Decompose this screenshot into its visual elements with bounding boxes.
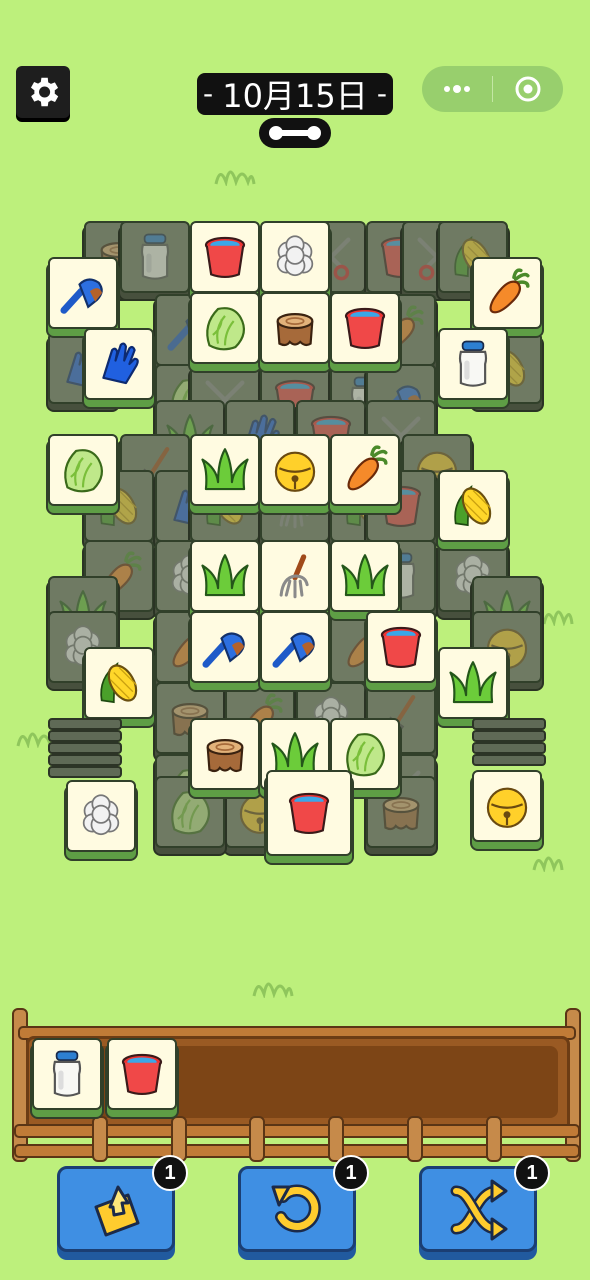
tray-tile-milk (32, 1038, 102, 1110)
carrot-icon (489, 268, 530, 314)
tile-milk (120, 221, 190, 293)
undo-tool-button[interactable]: 1 (238, 1155, 369, 1252)
grass-decoration (252, 982, 294, 998)
gear-icon (30, 77, 59, 107)
tile-bucket[interactable] (366, 611, 436, 683)
tool-count-badge: 1 (152, 1155, 188, 1191)
tile-grass[interactable] (190, 540, 260, 612)
shuffle-tool-button[interactable]: 1 (419, 1155, 550, 1252)
cabbage-icon (171, 791, 211, 835)
cotton-icon (82, 794, 120, 836)
tile-cabbage[interactable] (190, 292, 260, 364)
tile-stump[interactable] (190, 718, 260, 790)
brush-icon (60, 278, 103, 314)
date-text: 10月15日 (222, 77, 368, 115)
grass-icon (341, 554, 389, 597)
cotton-icon (276, 235, 314, 277)
tile-bucket[interactable] (190, 221, 260, 293)
bell-icon (274, 451, 316, 492)
corn-icon (454, 485, 492, 527)
bucket-icon (380, 626, 422, 669)
tile-bucket[interactable] (330, 292, 400, 364)
tool-count-badge: 1 (333, 1155, 369, 1191)
close-button[interactable] (493, 66, 563, 112)
mini-program-capsule (422, 66, 563, 112)
shuffle-icon (450, 1179, 508, 1241)
tile-carrot[interactable] (472, 257, 542, 329)
date-label: - 10月15日 - (197, 73, 393, 115)
bucket-icon (344, 307, 386, 350)
more-button[interactable] (422, 66, 492, 112)
tile-glove[interactable] (84, 328, 154, 400)
cabbage-icon (206, 307, 246, 351)
stump-icon (276, 313, 314, 347)
cabbage-icon (64, 449, 104, 493)
grass-decoration (542, 610, 574, 626)
record-circle-icon (515, 76, 541, 102)
tile-milk[interactable] (438, 328, 508, 400)
corn-icon (100, 662, 138, 704)
tile-grass[interactable] (190, 434, 260, 506)
tray-tile-bucket (107, 1038, 177, 1110)
glove-icon (102, 342, 139, 385)
bucket-icon (288, 792, 330, 835)
settings-button[interactable] (16, 66, 70, 118)
tile-brush[interactable] (190, 611, 260, 683)
tile-corn[interactable] (438, 470, 508, 542)
carrot-icon (347, 445, 388, 491)
undo-icon (271, 1184, 321, 1233)
pop-out-tool-button[interactable]: 1 (57, 1155, 188, 1252)
stump-icon (206, 739, 244, 773)
grass-icon (201, 448, 249, 491)
fork-icon (279, 554, 309, 599)
tile-grass[interactable] (330, 540, 400, 612)
grass-decoration (532, 856, 564, 872)
date-dash-left: - (203, 77, 214, 110)
tile-cotton[interactable] (260, 221, 330, 293)
tool-count-badge: 1 (514, 1155, 550, 1191)
stump-icon (382, 797, 420, 831)
level-progress (259, 118, 331, 148)
tile-brush[interactable] (260, 611, 330, 683)
bucket-icon (121, 1053, 163, 1096)
brush-icon (202, 632, 245, 668)
more-dots-icon (444, 85, 470, 93)
bucket-icon (204, 236, 246, 279)
date-dash-right: - (376, 77, 387, 110)
bone-progress-icon (269, 126, 321, 140)
tile-bell[interactable] (260, 434, 330, 506)
tile-grass[interactable] (438, 647, 508, 719)
grass-icon (449, 661, 497, 704)
tile-cabbage[interactable] (48, 434, 118, 506)
grass-decoration (214, 170, 256, 186)
tile-brush[interactable] (48, 257, 118, 329)
milk-icon (140, 233, 170, 280)
tile-lift-icon (94, 1185, 140, 1237)
tile-bell[interactable] (472, 770, 542, 842)
grass-icon (201, 554, 249, 597)
tile-corn[interactable] (84, 647, 154, 719)
milk-icon (52, 1050, 82, 1097)
tile-carrot[interactable] (330, 434, 400, 506)
tile-fork[interactable] (260, 540, 330, 612)
brush-icon (272, 632, 315, 668)
milk-icon (458, 340, 488, 387)
tile-stump[interactable] (260, 292, 330, 364)
tile-bucket[interactable] (266, 770, 352, 856)
bell-icon (486, 787, 528, 828)
tile-cotton[interactable] (66, 780, 136, 852)
